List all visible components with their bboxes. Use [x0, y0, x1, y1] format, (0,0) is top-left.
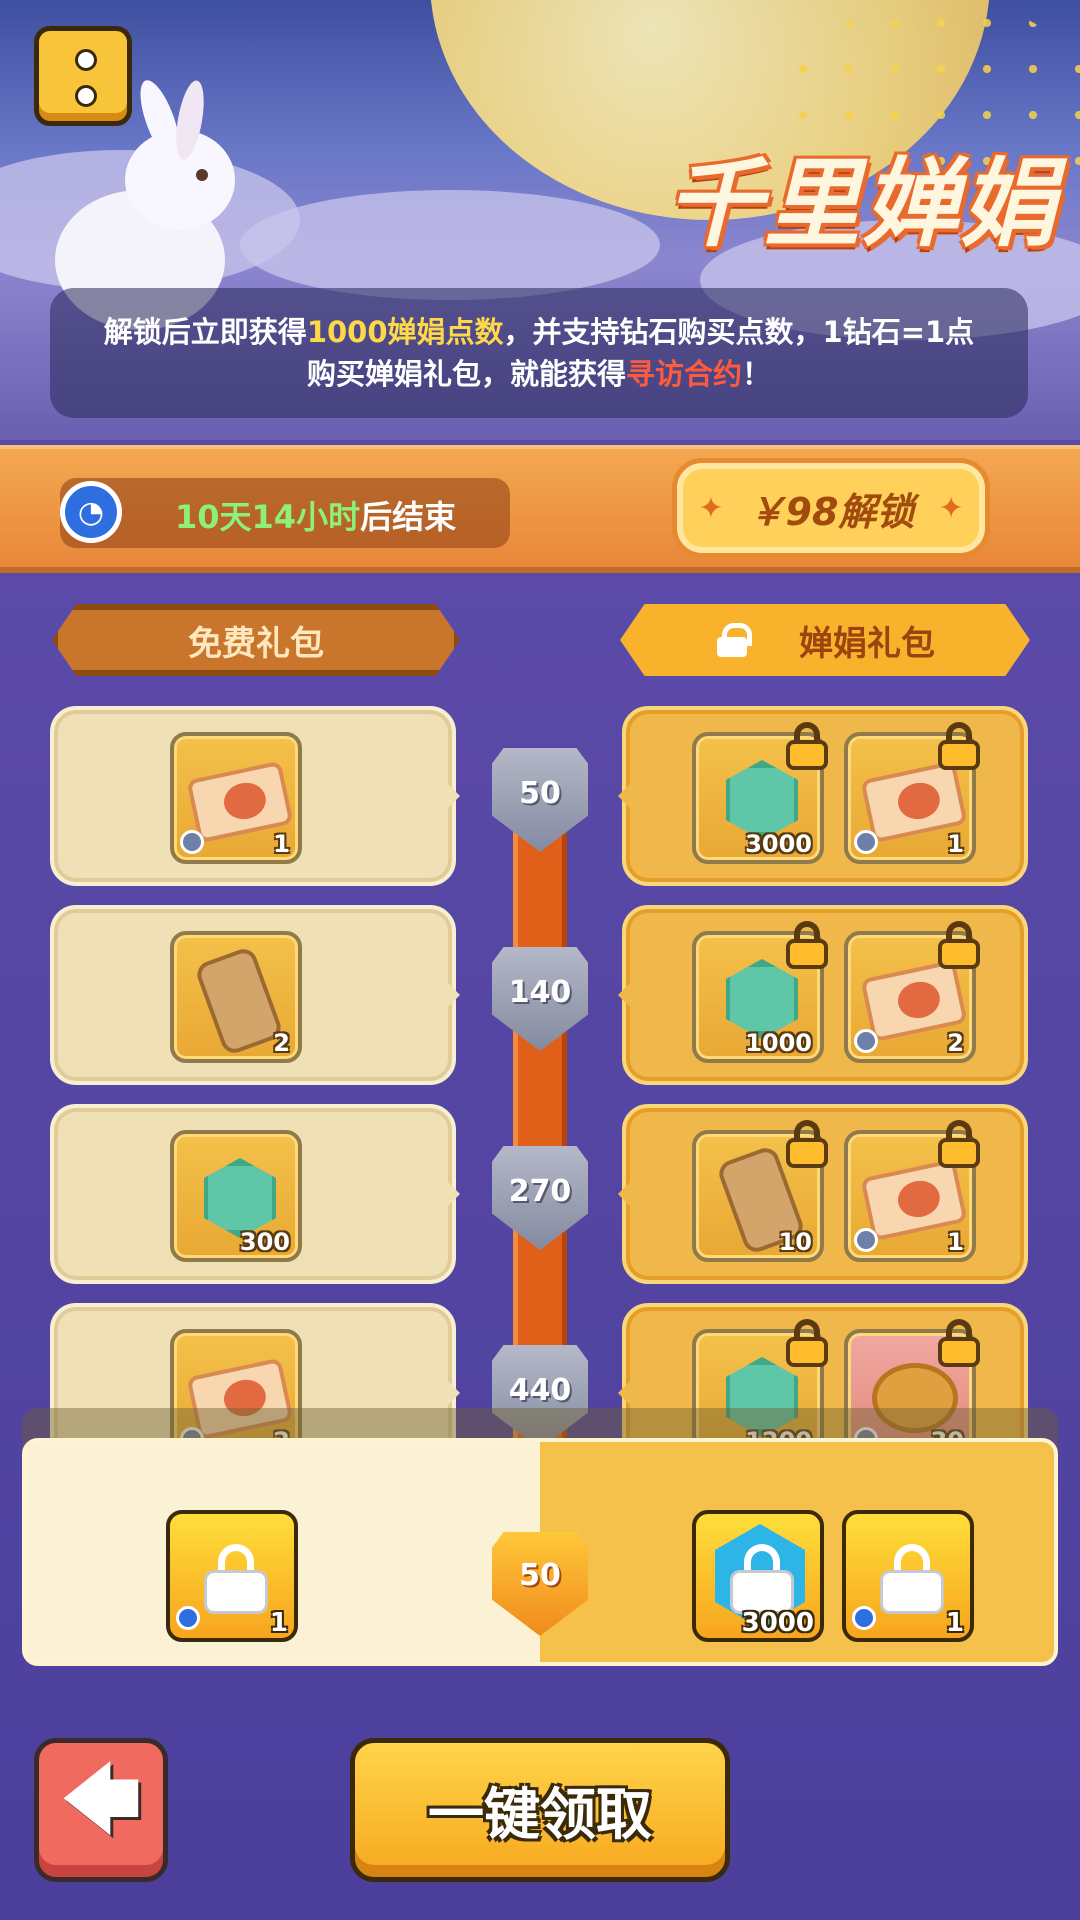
- free-reward-card: 300: [50, 1104, 460, 1284]
- gem-icon: [726, 760, 798, 840]
- free-reward-item[interactable]: 2: [170, 931, 302, 1063]
- tab-paid-gift[interactable]: 婵娟礼包: [620, 604, 1030, 676]
- lock-icon: [938, 921, 980, 969]
- item-quantity: 1: [947, 830, 964, 858]
- lock-icon: [730, 1544, 794, 1614]
- lock-icon: [786, 1319, 828, 1367]
- item-quantity: 3000: [745, 830, 812, 858]
- free-reward-card: 1: [50, 706, 460, 886]
- clock-icon: [180, 830, 204, 854]
- gem-icon: [204, 1158, 276, 1238]
- arrow-left-icon: 🡄: [59, 1753, 143, 1846]
- description-line-1: 解锁后立即获得1000婵娟点数，并支持钻石购买点数，1钻石=1点: [103, 315, 975, 349]
- item-quantity: 1: [273, 830, 290, 858]
- free-reward-card: 2: [50, 905, 460, 1085]
- item-quantity: 2: [947, 1029, 964, 1057]
- paid-reward-item[interactable]: 1000: [692, 921, 828, 1063]
- preview-paid-item[interactable]: 1: [842, 1510, 974, 1642]
- preview-free-item[interactable]: 1: [166, 1510, 298, 1642]
- preview-paid-item[interactable]: 3000: [692, 1510, 824, 1642]
- item-quantity: 3000: [741, 1608, 814, 1638]
- item-quantity: 1: [945, 1608, 964, 1638]
- event-description: 解锁后立即获得1000婵娟点数，并支持钻石购买点数，1钻石=1点 购买婵娟礼包，…: [50, 288, 1028, 418]
- item-quantity: 1: [947, 1228, 964, 1256]
- lock-icon: [786, 921, 828, 969]
- item-quantity: 2: [273, 1029, 290, 1057]
- lock-icon: [938, 1120, 980, 1168]
- description-line-2: 购买婵娟礼包，就能获得寻访合约！: [306, 357, 772, 391]
- event-title: 千里婵娟: [666, 148, 1058, 260]
- paid-reward-item[interactable]: 10: [692, 1120, 828, 1262]
- gem-icon: [726, 959, 798, 1039]
- clock-icon: ◔: [60, 481, 122, 543]
- item-quantity: 10: [778, 1228, 812, 1256]
- lock-icon: [938, 722, 980, 770]
- sparkle-icon: ✦: [698, 490, 724, 526]
- paid-reward-card: 10 1: [618, 1104, 1028, 1284]
- lock-icon: [880, 1544, 944, 1614]
- gem-icon: [726, 1357, 798, 1437]
- sparkle-icon: ✦: [938, 490, 964, 526]
- clock-icon: [854, 1029, 878, 1053]
- paid-reward-card: 1000 2: [618, 905, 1028, 1085]
- lock-icon: [786, 1120, 828, 1168]
- free-reward-item[interactable]: 1: [170, 732, 302, 864]
- lock-icon: [715, 623, 752, 657]
- claim-all-button[interactable]: 一键领取: [350, 1738, 730, 1882]
- menu-dot-icon: [75, 49, 97, 71]
- clock-icon: [854, 1228, 878, 1252]
- back-button[interactable]: 🡄: [34, 1738, 168, 1882]
- lock-icon: [938, 1319, 980, 1367]
- unlock-button[interactable]: ✦ ￥98解锁 ✦: [672, 458, 990, 558]
- item-quantity: 1: [269, 1608, 288, 1638]
- item-quantity: 300: [239, 1228, 290, 1256]
- unlock-button-label: ￥98解锁: [747, 489, 915, 534]
- scroll-icon: [193, 945, 285, 1057]
- clock-icon: [854, 830, 878, 854]
- paid-reward-item[interactable]: 1: [844, 1120, 980, 1262]
- mooncake-icon: [872, 1363, 958, 1433]
- claim-all-label: 一键领取: [428, 1782, 652, 1848]
- item-quantity: 1000: [745, 1029, 812, 1057]
- paid-reward-item[interactable]: 1: [844, 722, 980, 864]
- free-reward-item[interactable]: 300: [170, 1130, 302, 1262]
- paid-reward-card: 3000 1: [618, 706, 1028, 886]
- menu-button[interactable]: [34, 26, 132, 126]
- menu-dot-icon: [75, 85, 97, 107]
- paid-reward-item[interactable]: 3000: [692, 722, 828, 864]
- tab-free-gift-label: 免费礼包: [188, 623, 324, 664]
- paid-reward-item[interactable]: 2: [844, 921, 980, 1063]
- clock-icon: [852, 1606, 876, 1630]
- clock-icon: [176, 1606, 200, 1630]
- lock-icon: [786, 722, 828, 770]
- event-banner: 千里婵娟 解锁后立即获得1000婵娟点数，并支持钻石购买点数，1钻石=1点 购买…: [0, 0, 1080, 440]
- cloud-art: [240, 190, 660, 300]
- countdown-text: 10天14小时后结束: [175, 498, 457, 536]
- lock-icon: [204, 1544, 268, 1614]
- tab-free-gift[interactable]: 免费礼包: [52, 604, 460, 676]
- tab-paid-gift-label: 婵娟礼包: [799, 623, 935, 664]
